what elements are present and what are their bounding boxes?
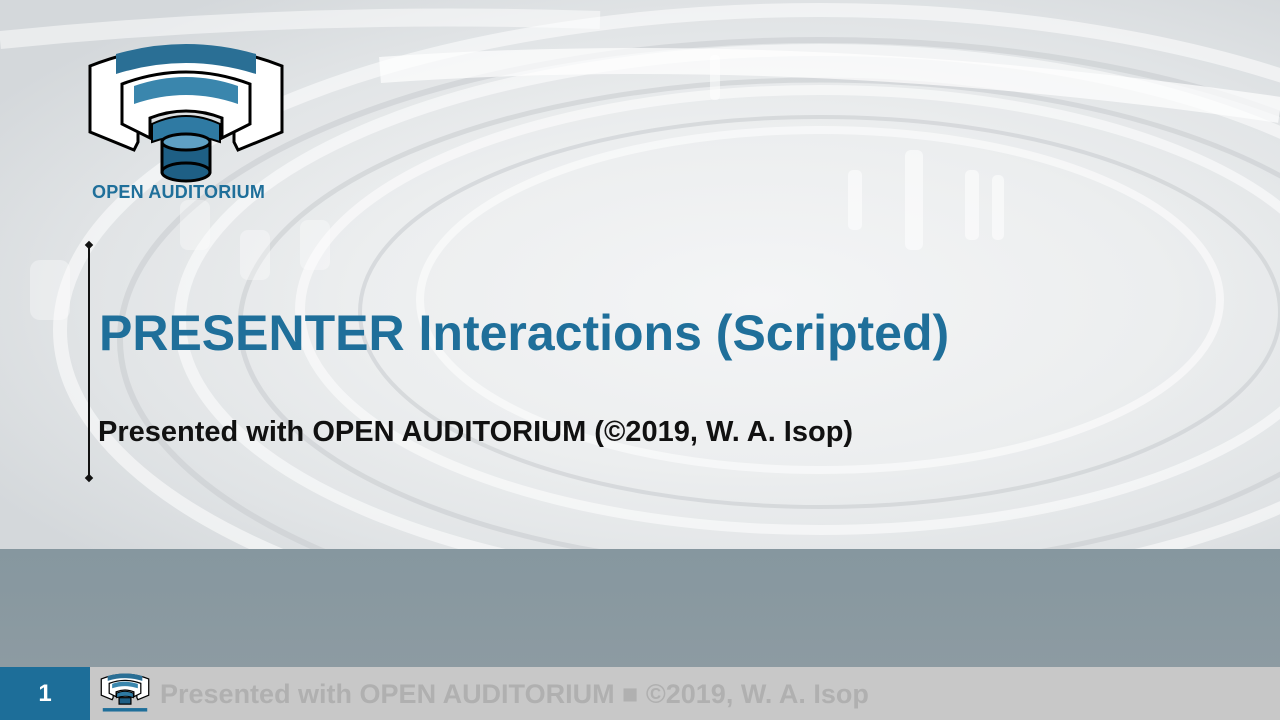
slide-footer: 1 Presented with OPEN AUDITORIUM ■ ©2019… bbox=[0, 667, 1280, 720]
page-number: 1 bbox=[0, 667, 90, 720]
footer-text: Presented with OPEN AUDITORIUM ■ ©2019, … bbox=[160, 679, 869, 709]
gray-band bbox=[0, 549, 1280, 667]
logo-text: OPEN AUDITORIUM bbox=[92, 182, 266, 202]
title-accent-line bbox=[84, 240, 94, 483]
slide-title: PRESENTER Interactions (Scripted) bbox=[99, 305, 950, 361]
accent-line-bar bbox=[88, 245, 90, 478]
slide-subtitle: Presented with OPEN AUDITORIUM (©2019, W… bbox=[98, 416, 854, 448]
presentation-slide: OPEN AUDITORIUM PRESENTER Interactions (… bbox=[0, 0, 1280, 720]
footer-logo-icon bbox=[100, 673, 150, 712]
